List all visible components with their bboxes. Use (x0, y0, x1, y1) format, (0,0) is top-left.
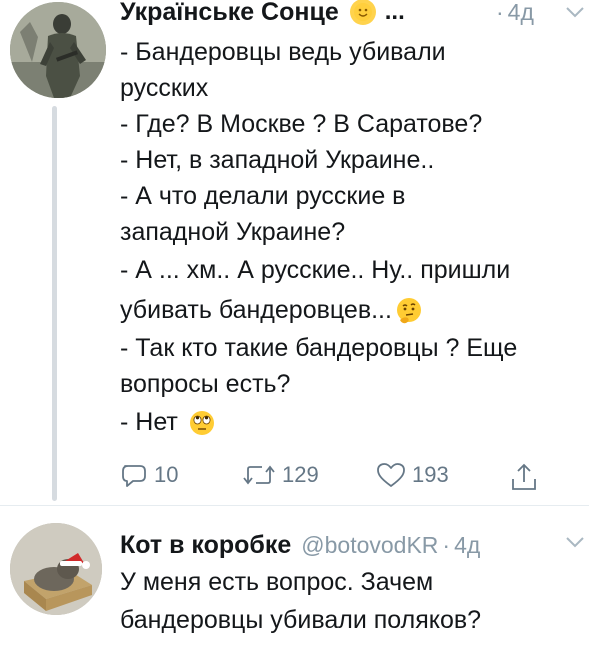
author-handle[interactable]: @botovodKR (301, 532, 438, 559)
text-line: бандеровцы убивали поляков? (120, 606, 482, 634)
author-name[interactable]: Українське Сонце (120, 0, 339, 27)
retweet-count: 129 (282, 462, 319, 487)
text-fragment: убивать бандеровцев... (120, 296, 392, 324)
time-label: 4д (507, 0, 534, 25)
text-line: - А ... хм.. А русские.. Ну.. пришли (120, 256, 511, 284)
thinking-face-emoji-icon (396, 298, 421, 324)
text-line: - Где? В Москве ? В Саратове? (120, 110, 483, 138)
author-name[interactable]: Кот в коробке (120, 531, 291, 560)
text-line: - Нет, в западной Украине.. (120, 146, 435, 174)
text-fragment: - Нет (120, 408, 178, 436)
text-line-with-emoji: убивать бандеровцев... (120, 290, 585, 330)
timestamp[interactable]: 4д (454, 532, 480, 559)
reply-icon (122, 465, 146, 487)
tweet-text: У меня есть вопрос. Зачем бандеровцы уби… (120, 563, 585, 639)
reply-count: 10 (154, 462, 179, 487)
rolling-eyes-emoji-icon (189, 411, 214, 436)
text-line: - Бандеровцы ведь убивали (120, 38, 446, 66)
tweet-header: Кот в коробке @botovodKR · 4д (120, 527, 480, 563)
share-button[interactable] (510, 462, 538, 492)
tweet[interactable]: Українське Сонце ... · 4д - Бандеровцы в… (0, 0, 589, 505)
thread-line (52, 106, 57, 501)
text-line: - А что делали русские в (120, 182, 406, 210)
retweet-icon (243, 465, 275, 485)
text-line: вопросы есть? (120, 370, 291, 398)
soldier-avatar-image (10, 2, 106, 98)
timestamp[interactable]: · 4д (492, 0, 534, 30)
text-line: - Так кто такие бандеровцы ? Еще (120, 334, 518, 362)
time-separator: · (496, 0, 504, 25)
retweet-button[interactable]: 129 (242, 462, 319, 488)
sun-emoji-icon (349, 0, 376, 25)
text-line: западной Украине? (120, 218, 346, 246)
chevron-down-icon[interactable] (565, 536, 585, 548)
avatar[interactable] (10, 2, 106, 98)
like-icon (377, 463, 405, 487)
name-ellipsis: ... (384, 0, 405, 25)
avatar[interactable] (10, 523, 102, 615)
tweet[interactable]: Кот в коробке @botovodKR · 4д У меня ест… (0, 505, 589, 648)
cat-in-box-avatar-image (10, 523, 102, 615)
text-line: У меня есть вопрос. Зачем (120, 568, 434, 596)
time-separator: · (442, 531, 451, 558)
like-button[interactable]: 193 (376, 462, 449, 488)
chevron-down-icon[interactable] (565, 6, 585, 18)
tweet-text: - Бандеровцы ведь убивали русских - Где?… (120, 34, 585, 442)
text-line: русских (120, 74, 209, 102)
text-line-with-emoji: - Нет (120, 402, 585, 442)
reply-button[interactable]: 10 (120, 462, 178, 488)
like-count: 193 (412, 462, 449, 487)
tweet-actions: 10 129 193 (120, 462, 560, 498)
share-icon (512, 463, 536, 490)
tweet-header: Українське Сонце ... (120, 0, 405, 30)
